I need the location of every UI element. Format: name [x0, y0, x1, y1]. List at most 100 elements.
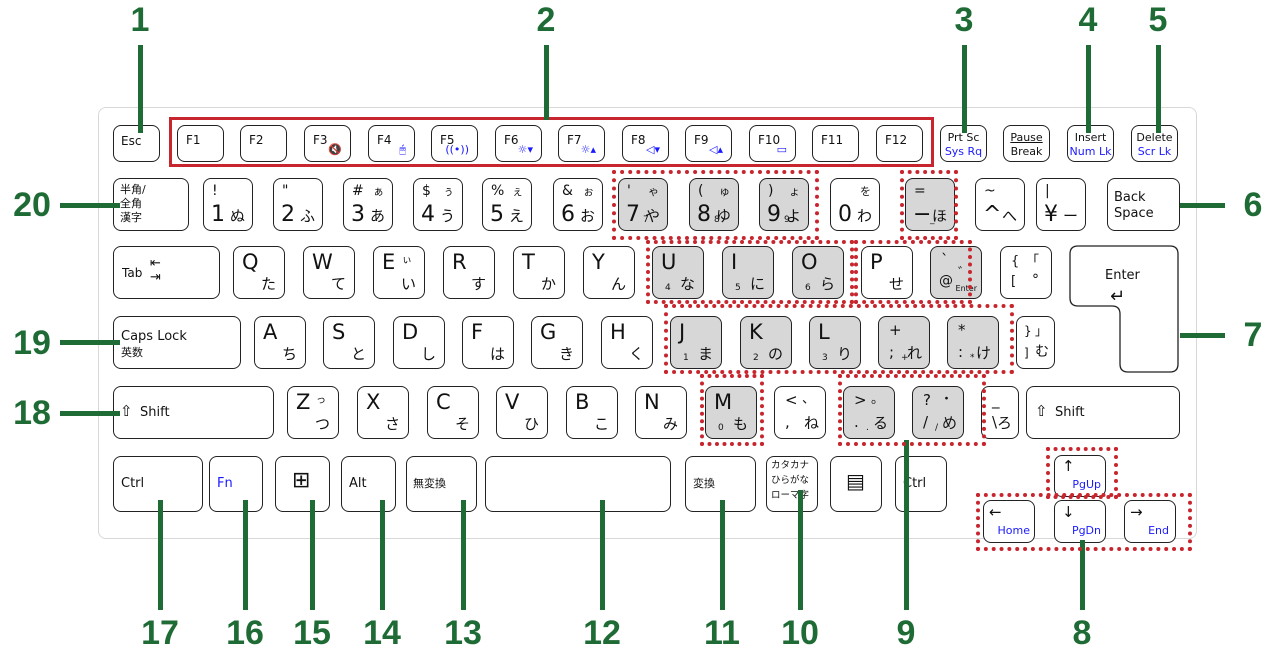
- hankaku-zenkaku-key[interactable]: 半角/全角 漢字: [113, 178, 189, 231]
- letter: Q: [242, 250, 259, 274]
- main-char: 5: [490, 202, 504, 227]
- esc-label: Esc: [121, 134, 142, 148]
- kana-char: ろ: [996, 414, 1012, 432]
- key-5[interactable]: % ぇ 5 え: [482, 178, 532, 231]
- letter: Y: [592, 250, 605, 274]
- esc-key[interactable]: Esc: [113, 125, 160, 162]
- key-Z[interactable]: Zっつ: [287, 386, 339, 439]
- kana-char: わ: [856, 207, 872, 225]
- key-H[interactable]: Hく: [601, 316, 653, 369]
- key-S[interactable]: Sと: [323, 316, 375, 369]
- shift-char: |: [1045, 183, 1050, 199]
- delete-key[interactable]: Delete Scr Lk: [1131, 125, 1178, 162]
- shift-char: ~: [984, 183, 996, 199]
- key-E[interactable]: Eぃい: [373, 246, 425, 299]
- key-3[interactable]: # ぁ 3 あ: [343, 178, 393, 231]
- callout-number: 10: [781, 614, 819, 652]
- key-6[interactable]: & ぉ 6 お: [553, 178, 603, 231]
- comma-key[interactable]: <、, ね: [774, 386, 826, 439]
- shift-char: ": [282, 183, 289, 199]
- callout-leader-line: [138, 45, 143, 133]
- callout-number: 12: [583, 614, 621, 652]
- letter: R: [452, 250, 467, 274]
- callout-number: 5: [1148, 1, 1168, 39]
- numpad-highlight-jkl: [664, 304, 1014, 374]
- callout-leader-line: [1156, 45, 1161, 133]
- function-keys-highlight: [169, 117, 934, 167]
- bracket-close-key[interactable]: }」] む: [1016, 316, 1055, 369]
- hankaku-label-1: 全角: [120, 197, 142, 210]
- main-char: 4: [421, 202, 435, 227]
- callout-number: 9: [896, 614, 916, 652]
- fn-key[interactable]: Fn: [209, 456, 263, 512]
- pause-key-bottom: Break: [1010, 145, 1043, 158]
- kana-small: ぉ: [583, 185, 594, 198]
- ctrl-right-key[interactable]: Ctrl: [895, 456, 947, 512]
- key-^[interactable]: ~ ^ へ: [975, 178, 1025, 231]
- kana-char: む: [1035, 344, 1049, 360]
- callout-leader-line: [962, 45, 967, 133]
- key-B[interactable]: Bこ: [566, 386, 618, 439]
- key-Y[interactable]: Yん: [583, 246, 635, 299]
- key-G[interactable]: Gき: [531, 316, 583, 369]
- key-A[interactable]: Aち: [254, 316, 306, 369]
- key-D[interactable]: Dし: [393, 316, 445, 369]
- windows-key[interactable]: ⊞: [275, 456, 330, 512]
- shift-left-key[interactable]: ⇧ Shift: [113, 386, 274, 439]
- kana-small: っ: [316, 395, 326, 406]
- muhenkan-key[interactable]: 無変換: [406, 456, 477, 512]
- key-F[interactable]: Fは: [462, 316, 514, 369]
- kana-small: ぅ: [443, 185, 454, 198]
- key-2[interactable]: " 2 ふ: [273, 178, 323, 231]
- shift-label: Shift: [140, 405, 170, 420]
- letter: N: [644, 390, 660, 414]
- alt-key[interactable]: Alt: [341, 456, 396, 512]
- shift-arrow-icon: ⇧: [120, 402, 133, 420]
- key-4[interactable]: $ ぅ 4 う: [413, 178, 463, 231]
- caps-lock-key[interactable]: Caps Lock 英数: [113, 316, 241, 369]
- enter-key[interactable]: [1068, 244, 1188, 374]
- callout-number: 19: [13, 324, 51, 362]
- key-X[interactable]: Xさ: [357, 386, 409, 439]
- key-Q[interactable]: Qた: [233, 246, 285, 299]
- menu-icon: ▤: [846, 469, 865, 493]
- kana-char: く: [628, 345, 644, 363]
- key-N[interactable]: Nみ: [635, 386, 687, 439]
- key-¥[interactable]: | ¥ ー: [1036, 178, 1086, 231]
- backspace-key[interactable]: Back Space: [1107, 178, 1180, 231]
- space-key[interactable]: [485, 456, 671, 512]
- key-C[interactable]: Cそ: [427, 386, 479, 439]
- insert-key-bottom: Num Lk: [1069, 145, 1112, 158]
- callout-number: 16: [226, 614, 264, 652]
- prtsc-key-bottom: Sys Rq: [944, 145, 983, 158]
- tab-key[interactable]: Tab ⇤ ⇥: [113, 246, 220, 299]
- arrow-highlight-up: [1046, 447, 1118, 499]
- kana-label-2: ローマ字: [771, 490, 810, 501]
- kana-key[interactable]: カタカナ ひらがな ローマ字: [766, 456, 818, 512]
- kana-small: ぁ: [373, 185, 384, 198]
- key-W[interactable]: Wて: [303, 246, 355, 299]
- key-R[interactable]: Rす: [443, 246, 495, 299]
- kana-char: か: [540, 275, 556, 293]
- bracket-open-key[interactable]: {「 [°: [1000, 246, 1052, 299]
- backslash-key[interactable]: _ \ ろ: [981, 386, 1019, 439]
- key-V[interactable]: Vひ: [496, 386, 548, 439]
- main-char: 6: [561, 202, 575, 227]
- callout-number: 17: [141, 614, 179, 652]
- numpad-highlight-uio: [646, 240, 854, 304]
- pause-key[interactable]: Pause Break: [1003, 125, 1050, 162]
- callout-leader-line: [1180, 203, 1225, 208]
- kana-char: さ: [384, 415, 400, 433]
- kana-char: た: [260, 275, 276, 293]
- callout-leader-line: [461, 500, 466, 610]
- key-0[interactable]: を0わ: [830, 178, 880, 231]
- callout-leader-line: [60, 203, 120, 208]
- key-T[interactable]: Tか: [513, 246, 565, 299]
- letter: E: [382, 250, 396, 274]
- ctrl-label: Ctrl: [121, 476, 145, 491]
- key-1[interactable]: ! 1 ぬ: [203, 178, 253, 231]
- shift-right-key[interactable]: ⇧ Shift: [1026, 386, 1180, 439]
- callout-number: 1: [130, 1, 150, 39]
- menu-key[interactable]: ▤: [830, 456, 882, 512]
- kana-small: を: [860, 185, 871, 198]
